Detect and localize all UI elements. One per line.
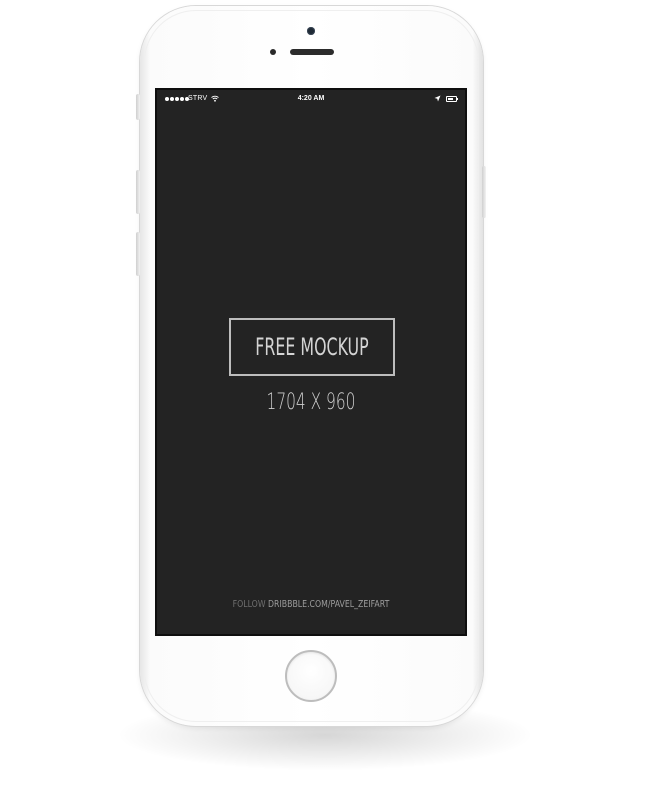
front-camera [307,27,315,35]
volume-up-button [136,170,140,214]
status-time: 4:20 AM [297,95,325,102]
earpiece-speaker [290,49,334,55]
proximity-sensor [270,49,276,55]
credit-prefix: FOLLOW [232,599,266,610]
credit-line: FOLLOW DRIBBBLE.COM/PAVEL_ZEIFART [191,599,431,610]
mute-switch [136,94,140,120]
location-arrow-icon [434,95,441,102]
status-bar: STRV 4:20 AM [157,90,465,108]
volume-down-button [136,232,140,276]
mockup-title-frame: FREE MOCKUP [229,318,395,376]
battery-icon [446,96,459,102]
power-button [482,166,486,218]
mockup-dimensions: 1704 X 960 [266,390,356,415]
home-button[interactable] [285,650,337,702]
mockup-title: FREE MOCKUP [255,333,369,361]
credit-link[interactable]: DRIBBBLE.COM/PAVEL_ZEIFART [268,599,389,610]
phone-screen: STRV 4:20 AM FREE MOCKUP 1704 X 960 FOLL… [155,88,467,636]
mockup-canvas: STRV 4:20 AM FREE MOCKUP 1704 X 960 FOLL… [0,0,655,789]
